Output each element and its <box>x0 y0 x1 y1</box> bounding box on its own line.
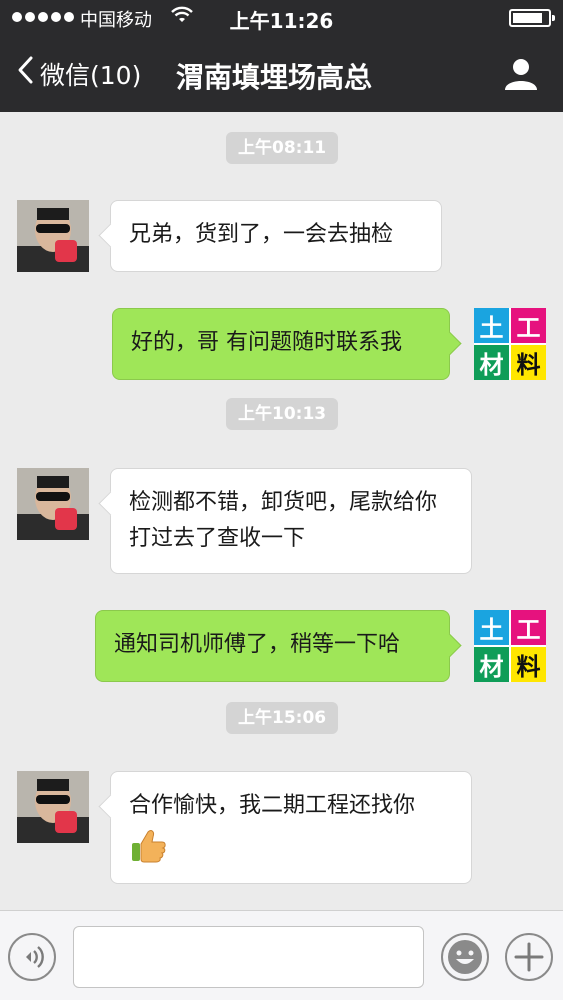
timestamp: 上午10:13 <box>226 398 339 430</box>
battery-icon <box>509 9 555 27</box>
self-avatar[interactable]: 土 工 材 料 <box>474 308 546 380</box>
avatar-char: 材 <box>474 345 509 380</box>
voice-icon <box>26 946 44 968</box>
more-options-button[interactable] <box>505 933 553 981</box>
person-icon <box>505 59 537 90</box>
chat-history[interactable]: 上午08:11 兄弟，货到了，一会去抽检 好的，哥 有问题随时联系我 土 工 材… <box>0 112 563 910</box>
top-bar: 中国移动 上午11:26 微信(10) 渭南填埋场高总 <box>0 0 563 112</box>
timestamp: 上午15:06 <box>226 702 339 734</box>
plus-icon <box>514 942 544 972</box>
message-bubble-outgoing[interactable]: 好的，哥 有问题随时联系我 <box>112 308 450 380</box>
chevron-left-icon <box>16 55 34 93</box>
message-text: 好的，哥 有问题随时联系我 <box>131 330 402 355</box>
avatar-char: 工 <box>511 610 546 645</box>
message-text: 兄弟，货到了，一会去抽检 <box>129 222 394 247</box>
message-bubble-incoming[interactable]: 兄弟，货到了，一会去抽检 <box>110 200 442 272</box>
avatar-char: 土 <box>474 308 509 343</box>
avatar-char: 材 <box>474 647 509 682</box>
message-text: 检测都不错，卸货吧，尾款给你打过去了查收一下 <box>129 490 438 551</box>
avatar-char: 工 <box>511 308 546 343</box>
smiley-icon <box>448 940 482 974</box>
back-button-label: 微信(10) <box>40 61 142 90</box>
avatar-char: 料 <box>511 647 546 682</box>
chat-title: 渭南填埋场高总 <box>176 61 373 94</box>
input-bar <box>0 910 563 1000</box>
self-avatar[interactable]: 土 工 材 料 <box>474 610 546 682</box>
message-bubble-outgoing[interactable]: 通知司机师傅了，稍等一下哈 <box>95 610 450 682</box>
message-text: 合作愉快，我二期工程还找你 <box>129 793 416 818</box>
back-button[interactable]: 微信(10) <box>16 52 141 96</box>
voice-input-button[interactable] <box>8 933 56 981</box>
contact-profile-button[interactable] <box>503 56 539 92</box>
contact-avatar[interactable] <box>17 771 89 843</box>
contact-avatar[interactable] <box>17 200 89 272</box>
status-time: 上午11:26 <box>229 9 334 33</box>
status-bar: 中国移动 上午11:26 <box>0 0 563 36</box>
emoji-button[interactable] <box>441 933 489 981</box>
timestamp: 上午08:11 <box>226 132 339 164</box>
contact-avatar[interactable] <box>17 468 89 540</box>
message-input[interactable] <box>73 926 424 988</box>
message-bubble-incoming[interactable]: 检测都不错，卸货吧，尾款给你打过去了查收一下 <box>110 468 472 574</box>
message-bubble-incoming[interactable]: 合作愉快，我二期工程还找你 <box>110 771 472 884</box>
message-text: 通知司机师傅了，稍等一下哈 <box>114 632 401 657</box>
avatar-char: 料 <box>511 345 546 380</box>
avatar-char: 土 <box>474 610 509 645</box>
thumbs-up-icon <box>129 826 169 866</box>
